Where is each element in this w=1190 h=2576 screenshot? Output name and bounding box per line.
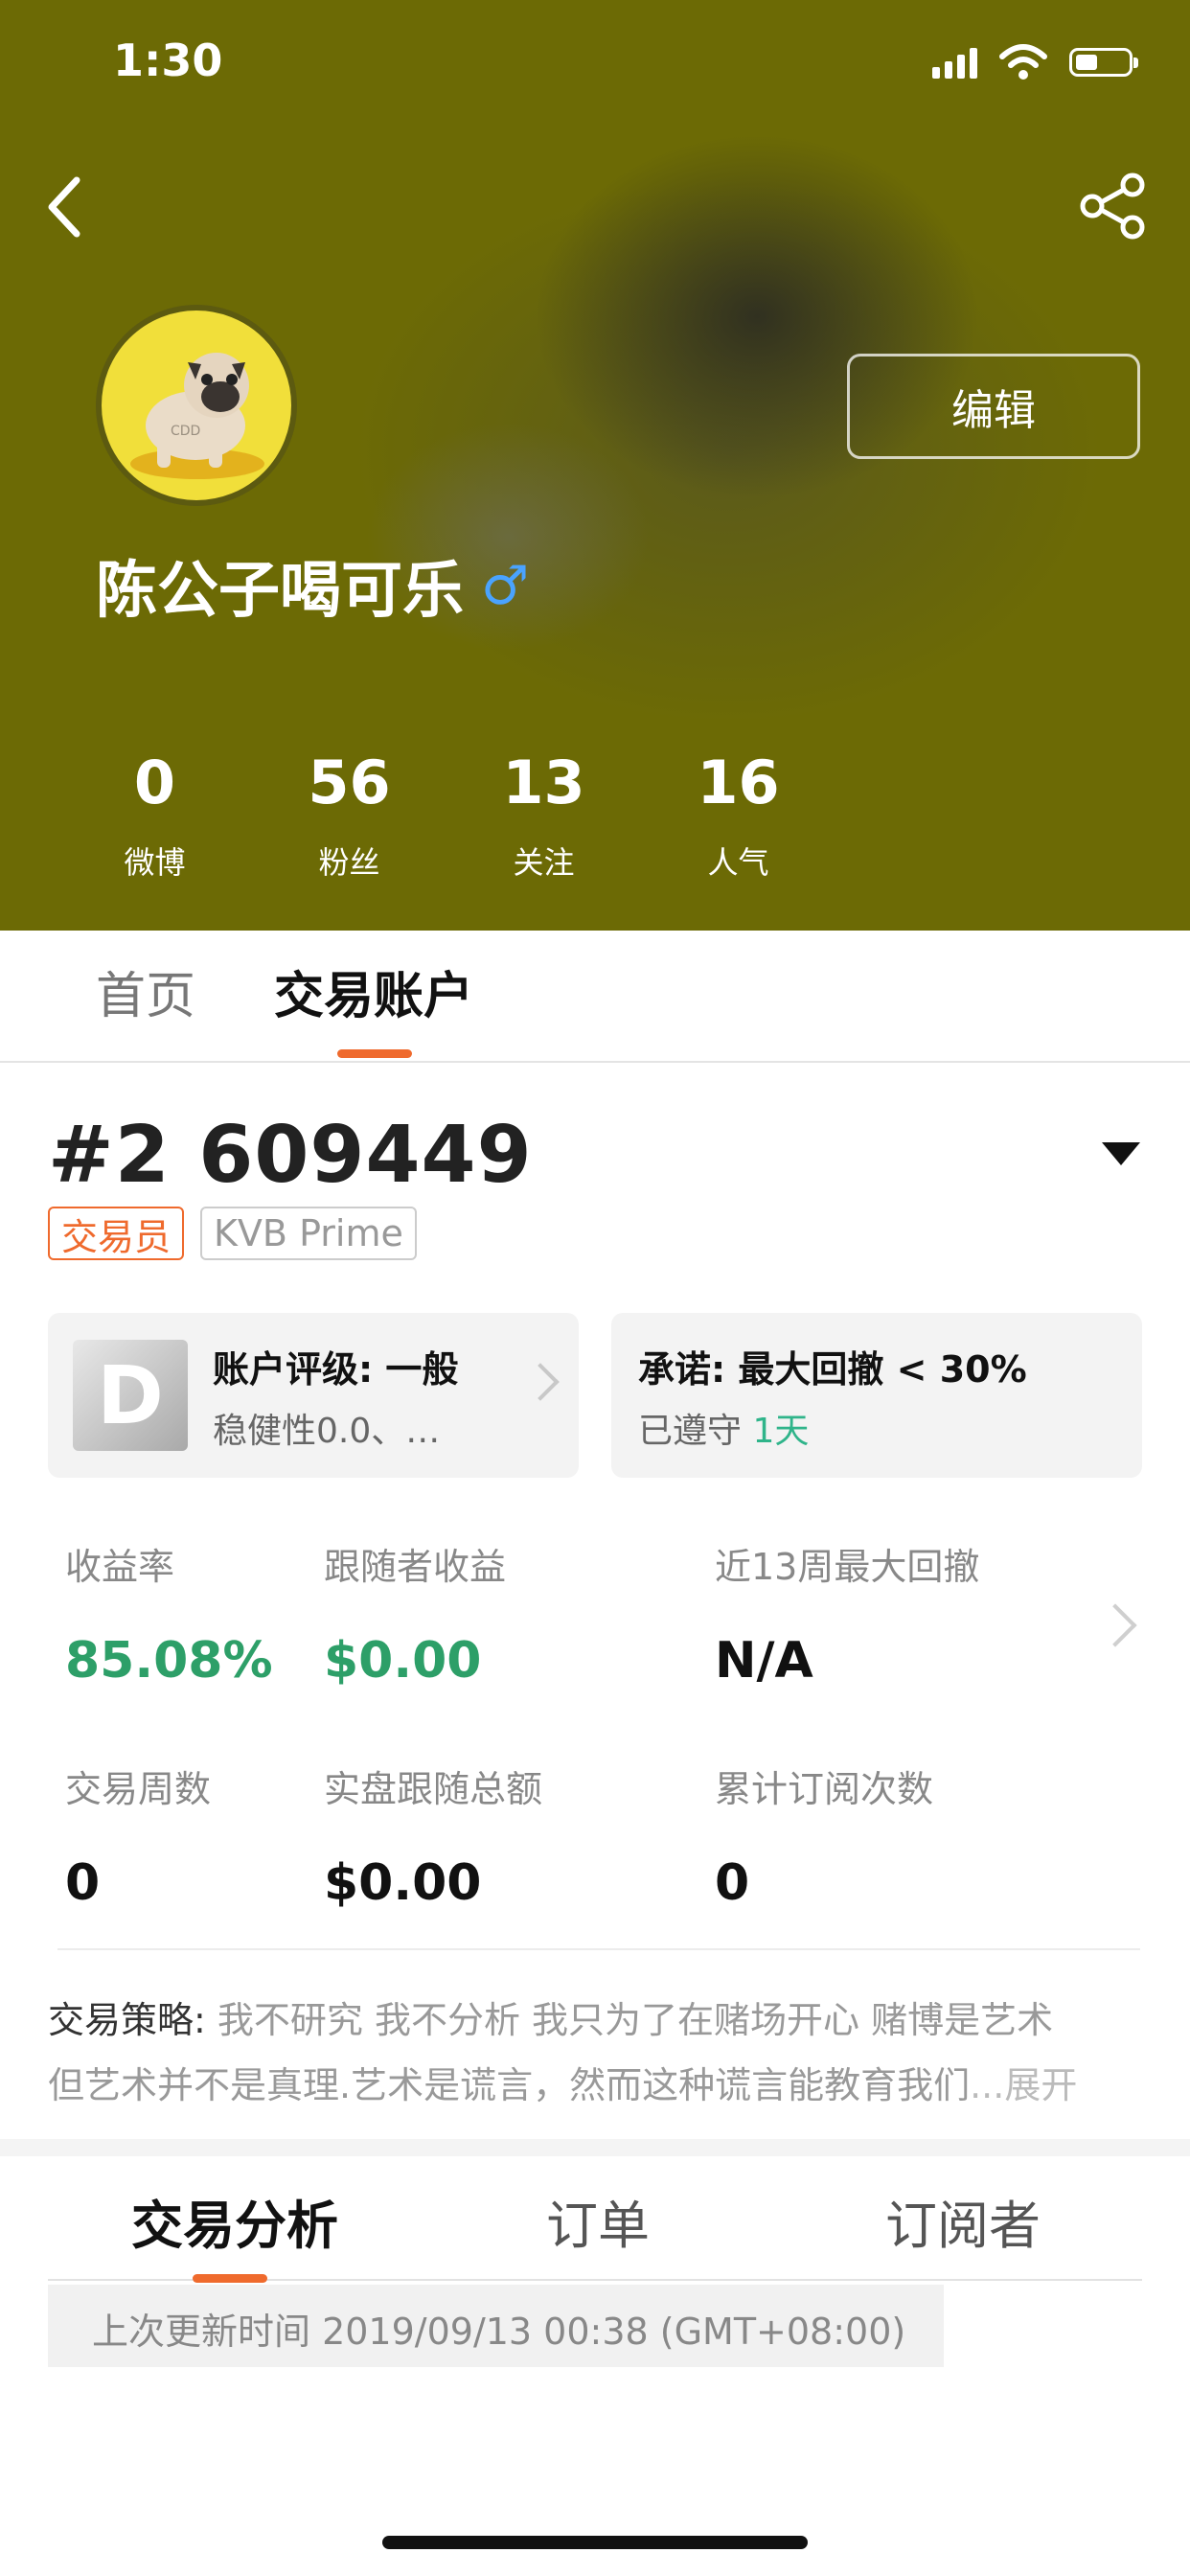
male-gender-icon: ♂: [481, 554, 530, 617]
section-separator: [0, 2139, 1190, 2156]
stat-popularity[interactable]: 16 人气: [641, 748, 835, 883]
metric-return-rate: 收益率 85.08%: [65, 1537, 273, 1690]
stat-label: 人气: [707, 844, 769, 881]
strategy-line-2: 但艺术并不是真理.艺术是谎言，然而这种谎言能教育我们...展开: [48, 2053, 1140, 2118]
stat-followers[interactable]: 56 粉丝: [252, 748, 446, 883]
metric-label: 跟随者收益: [324, 1546, 507, 1588]
metric-value: $0.00: [324, 1854, 482, 1912]
profile-stats: 0 微博 56 粉丝 13 关注 16 人气: [57, 748, 835, 883]
metric-follow-total: 实盘跟随总额 $0.00: [324, 1760, 542, 1912]
tab-home[interactable]: 首页: [96, 955, 195, 1027]
rating-subtitle: 稳健性0.0、…: [213, 1412, 441, 1451]
metric-max-drawdown[interactable]: 近13周最大回撤 N/A: [715, 1537, 979, 1690]
stat-label: 微博: [124, 844, 186, 881]
stat-following[interactable]: 13 关注: [446, 748, 641, 883]
wifi-icon: [999, 44, 1047, 80]
broker-tag: KVB Prime: [200, 1207, 417, 1260]
user-name-row: 陈公子喝可乐 ♂: [96, 541, 529, 630]
metric-label: 累计订阅次数: [715, 1768, 934, 1810]
metric-value: 85.08%: [65, 1632, 273, 1690]
status-time: 1:30: [113, 34, 223, 86]
stat-value: 16: [697, 748, 780, 817]
stat-label: 粉丝: [318, 844, 380, 881]
tab-subscribers[interactable]: 订阅者: [885, 2183, 1041, 2259]
stat-weibo[interactable]: 0 微博: [57, 748, 252, 883]
metric-value: 0: [65, 1854, 101, 1912]
last-update-text: 上次更新时间 2019/09/13 00:38 (GMT+08:00): [92, 2311, 906, 2353]
metric-trading-weeks: 交易周数 0: [65, 1760, 211, 1912]
avatar[interactable]: CDD: [96, 305, 297, 506]
pug-avatar-icon: CDD: [130, 353, 264, 479]
strategy-label: 交易策略:: [48, 1999, 217, 2041]
trader-tag: 交易员: [48, 1207, 185, 1260]
stat-value: 0: [133, 748, 176, 817]
promise-card: 承诺: 最大回撤 < 30% 已遵守 1天: [611, 1313, 1142, 1478]
tab-trading-analysis[interactable]: 交易分析: [131, 2183, 338, 2259]
avatar-text: CDD: [171, 424, 200, 439]
strategy-line-1: 交易策略: 我不研究 我不分析 我只为了在赌场开心 赌博是艺术: [48, 1988, 1140, 2053]
last-update-bar: 上次更新时间 2019/09/13 00:38 (GMT+08:00): [48, 2285, 944, 2367]
metric-label: 收益率: [65, 1546, 175, 1588]
battery-icon: [1069, 48, 1138, 77]
edit-profile-button[interactable]: 编辑: [847, 354, 1140, 459]
rating-title: 账户评级: 一般: [213, 1348, 459, 1391]
stat-label: 关注: [513, 844, 575, 881]
metric-value: N/A: [715, 1632, 813, 1690]
expand-link[interactable]: ...展开: [970, 2064, 1077, 2106]
tab-orders[interactable]: 订单: [546, 2183, 650, 2259]
stat-value: 56: [308, 748, 391, 817]
cellular-signal-icon: [932, 46, 977, 79]
strategy-text-2: 但艺术并不是真理.艺术是谎言，然而这种谎言能教育我们: [48, 2064, 971, 2106]
promise-kept-prefix: 已遵守: [638, 1412, 753, 1451]
active-tab-indicator: [193, 2274, 267, 2283]
metric-value: $0.00: [324, 1632, 482, 1690]
metric-label: 交易周数: [65, 1768, 212, 1810]
account-rating-card[interactable]: D 账户评级: 一般 稳健性0.0、…: [48, 1313, 579, 1478]
account-id: #2 609449: [48, 1110, 533, 1201]
trading-strategy: 交易策略: 我不研究 我不分析 我只为了在赌场开心 赌博是艺术 但艺术并不是真理…: [48, 1988, 1140, 2118]
profile-tabs: 首页 交易账户: [0, 931, 1190, 1063]
promise-title: 承诺: 最大回撤 < 30%: [638, 1348, 1027, 1391]
user-name: 陈公子喝可乐: [96, 556, 464, 627]
divider: [57, 1948, 1140, 1950]
metric-value: 0: [715, 1854, 750, 1912]
tab-trading-account[interactable]: 交易账户: [274, 955, 473, 1027]
metric-label: 实盘跟随总额: [324, 1768, 543, 1810]
metric-follower-profit: 跟随者收益 $0.00: [324, 1537, 506, 1690]
promise-kept: 已遵守 1天: [638, 1403, 809, 1453]
grade-badge: D: [73, 1340, 188, 1451]
chevron-right-icon: [521, 1363, 560, 1401]
strategy-text-1: 我不研究 我不分析 我只为了在赌场开心 赌博是艺术: [217, 1999, 1054, 2041]
home-indicator[interactable]: [382, 2536, 808, 2549]
promise-kept-days: 1天: [752, 1412, 810, 1451]
stat-value: 13: [502, 748, 585, 817]
chevron-right-icon[interactable]: [1093, 1603, 1137, 1647]
back-arrow-icon[interactable]: [38, 169, 96, 245]
share-icon[interactable]: [1075, 172, 1152, 240]
metric-label: 近13周最大回撤: [715, 1546, 980, 1588]
status-icons: [932, 38, 1138, 86]
profile-header: 1:30 CDD 编辑 陈公子喝可乐 ♂ 0 微博 56 粉丝 13 关注 16…: [0, 0, 1190, 931]
account-dropdown-icon[interactable]: [1102, 1142, 1140, 1165]
metric-subscriptions: 累计订阅次数 0: [715, 1760, 933, 1912]
active-tab-indicator: [337, 1049, 412, 1058]
